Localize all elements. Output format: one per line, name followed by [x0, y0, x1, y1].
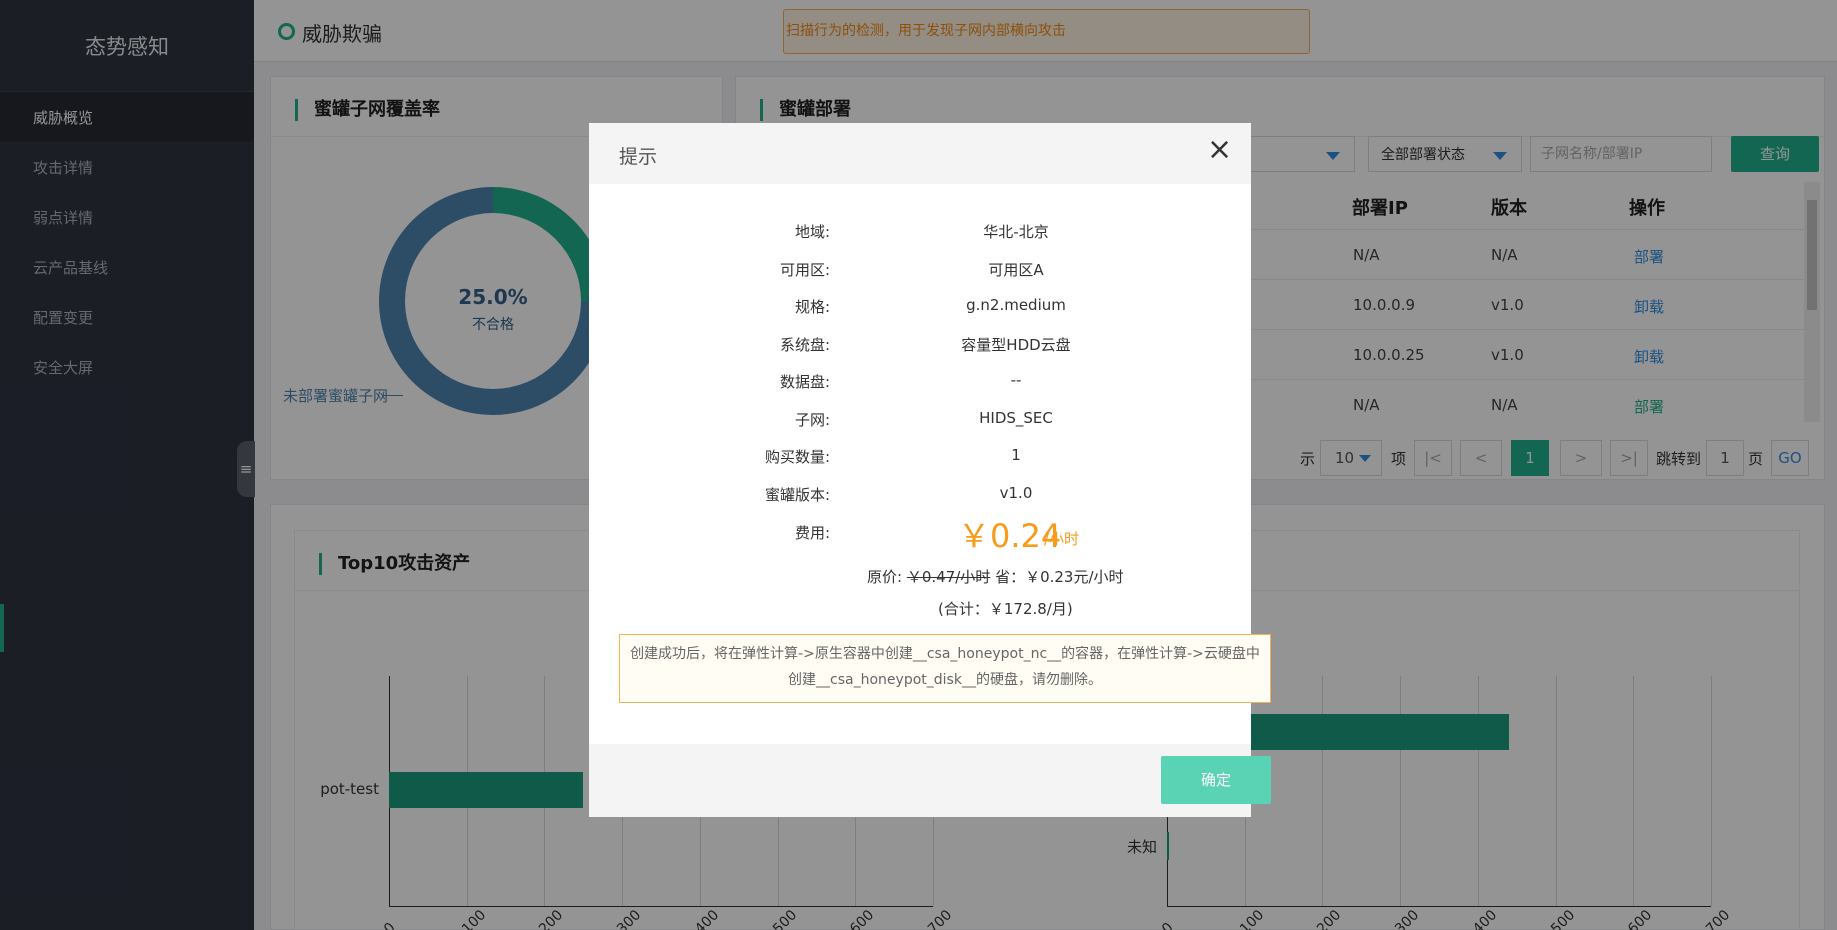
original-price-line: 原价: ￥0.47/小时 省：￥0.23元/小时: [867, 566, 1124, 587]
confirm-button[interactable]: 确定: [1161, 756, 1271, 804]
monthly-total: (合计：￥172.8/月): [938, 600, 1073, 618]
field-key: 规格:: [794, 298, 830, 316]
field-value: 容量型HDD云盘: [961, 336, 1071, 354]
field-key: 可用区:: [779, 261, 830, 279]
field-value: g.n2.medium: [966, 296, 1066, 314]
notice-box: 创建成功后，将在弹性计算->原生容器中创建__csa_honeypot_nc__…: [619, 634, 1271, 703]
dialog-footer: 确定: [589, 744, 1271, 817]
field-key: 地域:: [794, 223, 830, 241]
field-value: 1: [1011, 446, 1021, 464]
dialog-title: 提示: [619, 146, 658, 168]
savings-text: 省：￥0.23元/小时: [995, 568, 1124, 586]
field-value: --: [1010, 371, 1022, 389]
field-key: 数据盘:: [779, 373, 830, 391]
fee-key: 费用:: [794, 524, 830, 542]
dialog-header: 提示 ×: [589, 123, 1251, 184]
confirm-dialog: 提示 × 地域: 华北-北京 可用区: 可用区A 规格: g.n2.medium…: [589, 123, 1271, 817]
field-value: v1.0: [999, 484, 1033, 502]
close-icon[interactable]: ×: [1207, 135, 1232, 165]
field-value: HIDS_SEC: [979, 409, 1053, 427]
field-key: 系统盘:: [779, 336, 830, 354]
fee-unit: /小时: [1044, 530, 1080, 548]
original-price-label: 原价:: [867, 568, 903, 586]
field-value: 华北-北京: [983, 223, 1049, 241]
original-price: ￥0.47/小时: [906, 568, 991, 586]
field-key: 购买数量:: [764, 448, 830, 466]
field-key: 蜜罐版本:: [764, 486, 830, 504]
field-value: 可用区A: [988, 261, 1044, 279]
field-key: 子网:: [794, 411, 830, 429]
